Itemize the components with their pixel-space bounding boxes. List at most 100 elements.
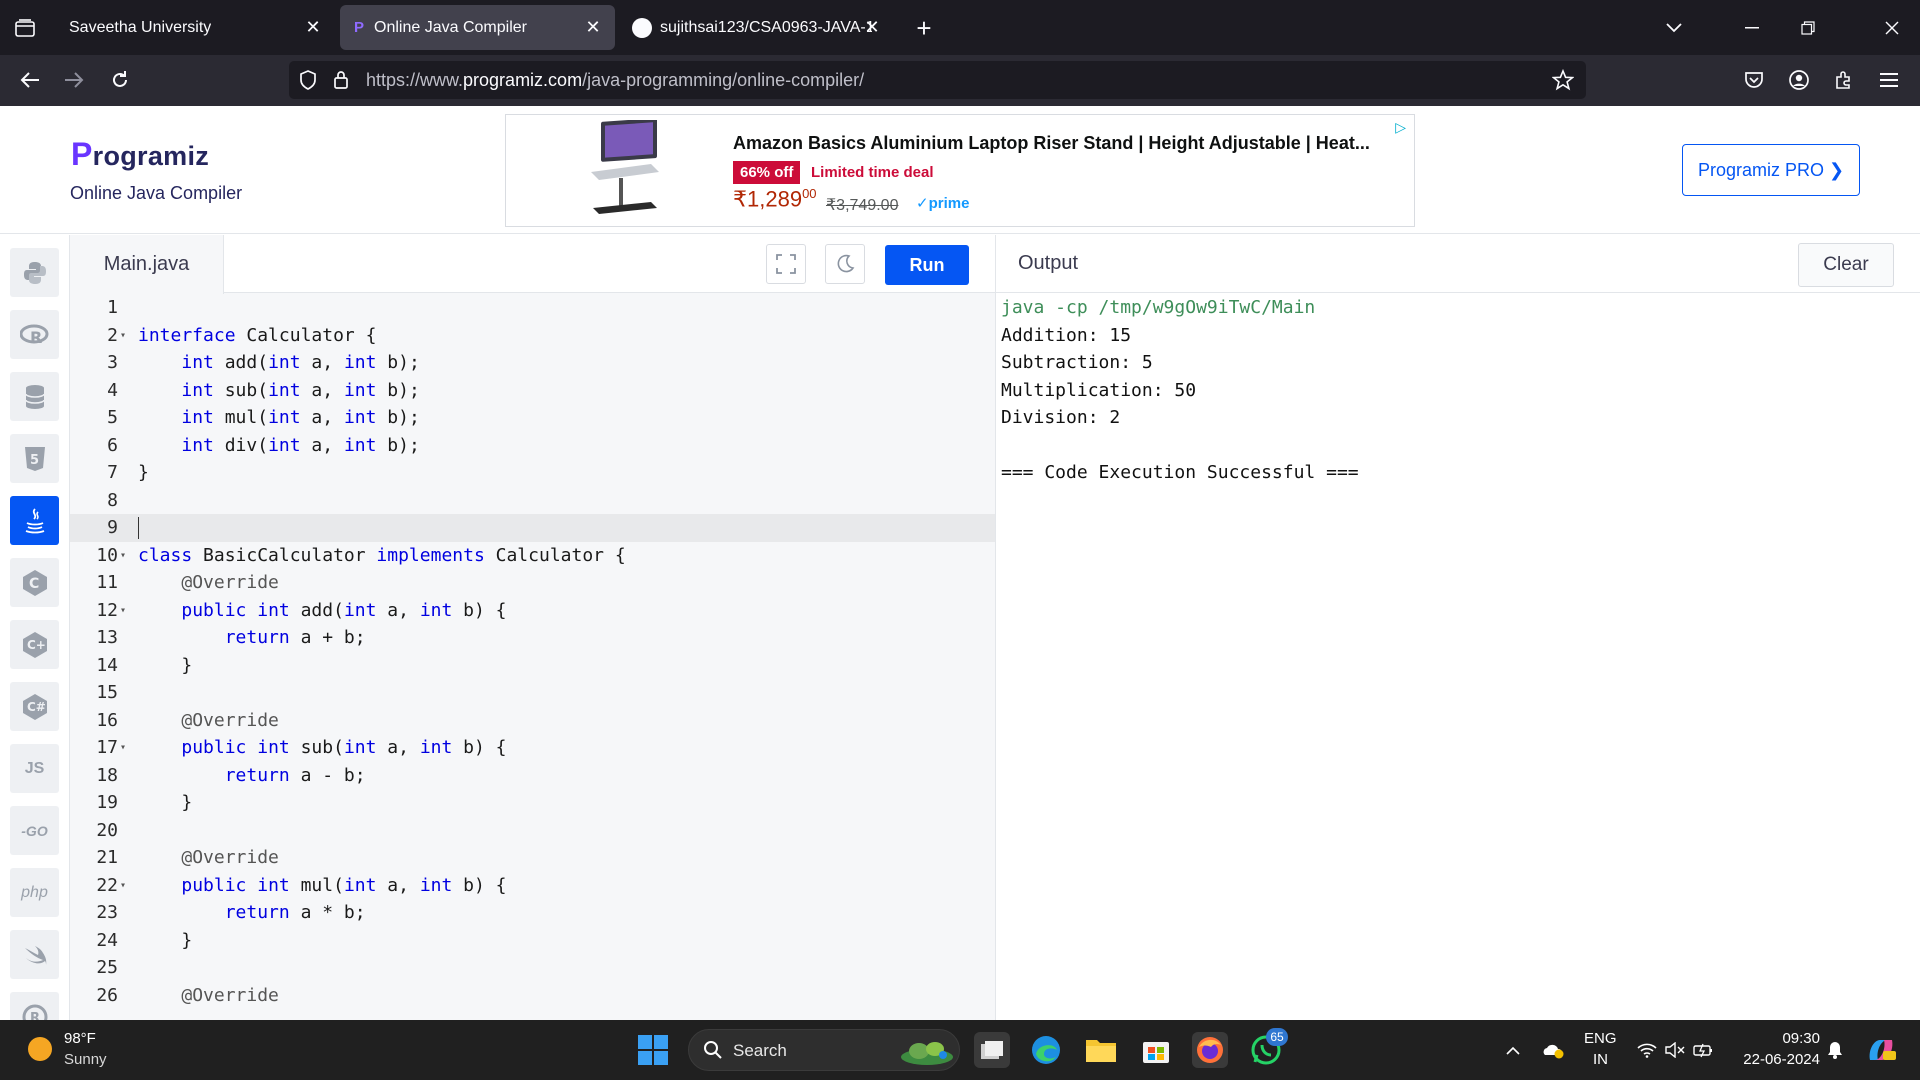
ad-choices-icon[interactable]: ▷ [1395, 119, 1406, 136]
run-button[interactable]: Run [885, 245, 969, 285]
edge-browser-icon[interactable] [1028, 1032, 1064, 1068]
c-language-icon[interactable]: C [10, 558, 59, 607]
python-icon[interactable] [10, 248, 59, 297]
sql-database-icon[interactable] [10, 372, 59, 421]
code-line[interactable]: 10 ▾ class BasicCalculator implements Calc… [70, 542, 995, 570]
cpp-icon[interactable]: C+ [10, 620, 59, 669]
fold-chevron-icon[interactable]: ▾ [120, 872, 130, 900]
javascript-icon[interactable]: JS [10, 744, 59, 793]
code-line[interactable]: 24 } [70, 927, 995, 955]
task-view-icon[interactable] [974, 1032, 1010, 1068]
pocket-icon[interactable] [1737, 63, 1771, 97]
list-all-tabs-chevron-icon[interactable] [1660, 14, 1688, 42]
code-line[interactable]: 6 int div(int a, int b); [70, 432, 995, 460]
code-line[interactable]: 20 [70, 817, 995, 845]
firefox-icon[interactable] [1192, 1032, 1228, 1068]
r-language-icon[interactable]: R [10, 310, 59, 359]
code-area[interactable]: 1 2 ▾ interface Calculator {3 int add(int a… [70, 294, 995, 1020]
code-line[interactable]: 12 ▾ public int add(int a, int b) { [70, 597, 995, 625]
code-line[interactable]: 2 ▾ interface Calculator { [70, 322, 995, 350]
clear-button[interactable]: Clear [1798, 243, 1894, 287]
weather-temperature[interactable]: 98°F [64, 1030, 96, 1047]
output-console: java -cp /tmp/w9gOw9iTwC/Main Addition: 1… [1001, 294, 1359, 487]
rust-icon[interactable]: R [10, 992, 59, 1020]
weather-description[interactable]: Sunny [64, 1051, 107, 1068]
address-bar[interactable]: https://www.programiz.com/java-programmi… [289, 61, 1586, 99]
bookmark-star-icon[interactable] [1551, 68, 1575, 96]
code-line[interactable]: 5 int mul(int a, int b); [70, 404, 995, 432]
dark-mode-moon-icon[interactable] [825, 244, 865, 284]
fold-chevron-icon[interactable]: ▾ [120, 542, 130, 570]
code-line[interactable]: 13 return a + b; [70, 624, 995, 652]
tab-github-repo[interactable]: sujithsai123/CSA0963-JAVA-192 ✕ [618, 5, 894, 50]
taskbar-search-box[interactable]: Search [688, 1029, 960, 1071]
code-line[interactable]: 15 [70, 679, 995, 707]
close-icon[interactable]: ✕ [303, 17, 323, 37]
onedrive-warning-icon[interactable] [1538, 1020, 1568, 1080]
code-line[interactable]: 1 [70, 294, 995, 322]
keyboard-language[interactable]: ENG [1584, 1030, 1617, 1047]
code-line[interactable]: 3 int add(int a, int b); [70, 349, 995, 377]
code-line[interactable]: 26 @Override [70, 982, 995, 1010]
close-window-icon[interactable] [1864, 0, 1920, 55]
java-icon[interactable] [10, 496, 59, 545]
clock-date[interactable]: 22-06-2024 [1736, 1051, 1820, 1068]
code-line[interactable]: 18 return a - b; [70, 762, 995, 790]
swift-icon[interactable] [10, 930, 59, 979]
forward-arrow-icon[interactable] [57, 63, 91, 97]
close-icon[interactable]: ✕ [583, 17, 603, 37]
tab-list-icon[interactable] [12, 16, 38, 40]
show-hidden-icons-chevron-icon[interactable] [1500, 1020, 1526, 1080]
new-tab-plus-icon[interactable]: + [910, 13, 938, 43]
html5-icon[interactable]: 5 [10, 434, 59, 483]
keyboard-region[interactable]: IN [1593, 1051, 1608, 1068]
code-line[interactable]: 8 [70, 487, 995, 515]
speaker-muted-icon[interactable] [1664, 1020, 1686, 1080]
account-icon[interactable] [1782, 63, 1816, 97]
notification-bell-icon[interactable] [1824, 1020, 1846, 1080]
tab-online-java-compiler[interactable]: P Online Java Compiler ✕ [340, 5, 615, 50]
programiz-pro-button[interactable]: Programiz PRO ❯ [1682, 144, 1860, 196]
fold-chevron-icon[interactable]: ▾ [120, 734, 130, 762]
code-line[interactable]: 16 @Override [70, 707, 995, 735]
extensions-icon[interactable] [1827, 63, 1861, 97]
reload-icon[interactable] [103, 63, 137, 97]
advertisement-banner[interactable]: Amazon Basics Aluminium Laptop Riser Sta… [505, 114, 1415, 227]
code-line[interactable]: 4 int sub(int a, int b); [70, 377, 995, 405]
code-line[interactable]: 25 [70, 954, 995, 982]
lock-icon[interactable] [333, 70, 349, 95]
hamburger-menu-icon[interactable] [1872, 63, 1906, 97]
tracking-shield-icon[interactable] [299, 70, 317, 95]
microsoft-store-icon[interactable] [1138, 1032, 1174, 1068]
copilot-icon[interactable] [1864, 1020, 1898, 1080]
sun-weather-icon[interactable] [28, 1037, 52, 1061]
minimize-icon[interactable] [1724, 0, 1780, 55]
battery-charging-icon[interactable] [1692, 1020, 1716, 1080]
programiz-logo[interactable]: Programiz [71, 136, 209, 173]
code-line[interactable]: 23 return a * b; [70, 899, 995, 927]
code-line[interactable]: 11 @Override [70, 569, 995, 597]
fold-chevron-icon[interactable]: ▾ [120, 597, 130, 625]
go-language-icon[interactable]: -GO [10, 806, 59, 855]
file-tab-main-java[interactable]: Main.java [70, 235, 224, 294]
code-line[interactable]: 17 ▾ public int sub(int a, int b) { [70, 734, 995, 762]
code-line[interactable]: 19 } [70, 789, 995, 817]
tab-saveetha[interactable]: Saveetha University ✕ [55, 5, 335, 50]
code-line[interactable]: 7} [70, 459, 995, 487]
fullscreen-icon[interactable] [766, 244, 806, 284]
code-line[interactable]: 9 [70, 514, 995, 542]
php-icon[interactable]: php [10, 868, 59, 917]
close-icon[interactable]: ✕ [862, 17, 882, 37]
clock-time[interactable]: 09:30 [1775, 1030, 1820, 1047]
csharp-icon[interactable]: C# [10, 682, 59, 731]
fold-chevron-icon[interactable]: ▾ [120, 322, 130, 350]
code-line[interactable]: 22 ▾ public int mul(int a, int b) { [70, 872, 995, 900]
back-arrow-icon[interactable] [13, 63, 47, 97]
code-line[interactable]: 21 @Override [70, 844, 995, 872]
restore-icon[interactable] [1780, 0, 1836, 55]
wifi-icon[interactable] [1636, 1020, 1658, 1080]
url-text[interactable]: https://www.programiz.com/java-programmi… [366, 70, 864, 91]
file-explorer-icon[interactable] [1083, 1032, 1119, 1068]
windows-start-icon[interactable] [638, 1035, 668, 1065]
code-line[interactable]: 14 } [70, 652, 995, 680]
